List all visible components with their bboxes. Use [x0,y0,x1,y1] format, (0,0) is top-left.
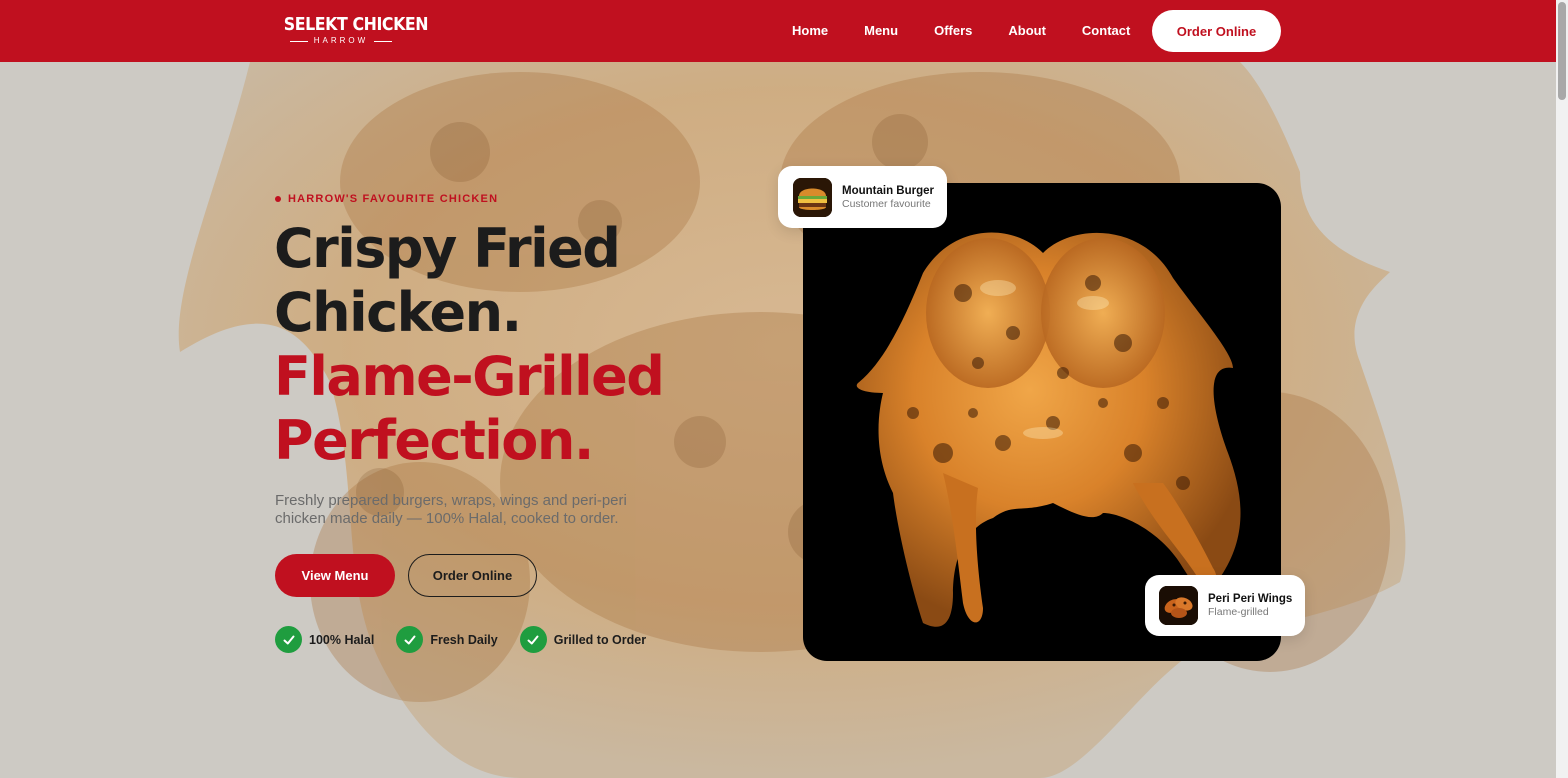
view-menu-button[interactable]: View Menu [275,554,395,597]
page-scrollbar[interactable] [1556,0,1568,778]
hero-badges: 100% Halal Fresh Daily Grilled to Order [275,626,668,653]
burger-card-title: Mountain Burger [842,184,934,197]
badge-label: 100% Halal [309,632,375,647]
badge-grilled: Grilled to Order [519,626,647,653]
logo-divider-right [374,40,393,42]
brand-location: HARROW [313,36,369,45]
hero-order-online-button[interactable]: Order Online [408,554,537,597]
hero-eyebrow: HARROW'S FAVOURITE CHICKEN [275,193,498,205]
scrollbar-thumb[interactable] [1558,2,1566,100]
peri-peri-wings-card[interactable]: Peri Peri Wings Flame-grilled [1145,575,1305,636]
wings-icon [1159,586,1198,625]
badge-halal: 100% Halal [275,626,374,653]
site-header: SELEKT CHICKEN HARROW Home Menu Offers A… [0,0,1556,62]
headline-line-4: Perfection. [274,409,594,472]
headline-line-3: Flame-Grilled [274,345,665,408]
check-icon [519,626,547,653]
eyebrow-text: HARROW'S FAVOURITE CHICKEN [288,193,499,205]
brand-location-row: HARROW [276,36,406,46]
nav-offers[interactable]: Offers [934,22,972,40]
eyebrow-dot-icon [275,196,281,202]
burger-thumbnail [793,177,832,217]
nav-home[interactable]: Home [792,22,828,40]
nav-contact[interactable]: Contact [1082,22,1130,40]
check-icon [275,626,302,653]
badge-label: Grilled to Order [553,632,647,647]
check-icon [396,626,424,653]
hero-subcopy: Freshly prepared burgers, wraps, wings a… [275,492,627,527]
hero-background [0,62,1556,778]
mountain-burger-card[interactable]: Mountain Burger Customer favourite [778,166,947,228]
headline-line-2: Chicken. [274,281,522,344]
main-nav: Home Menu Offers About Contact [792,22,1166,40]
wings-card-subtitle: Flame-grilled [1208,606,1269,618]
headline-line-1: Crispy Fried [274,217,621,280]
brand-name: SELEKT CHICKEN [283,14,429,35]
nav-about[interactable]: About [1008,22,1046,40]
burger-icon [793,177,832,217]
hero-headline: Crispy Fried Chicken. Flame-Grilled Perf… [274,217,665,473]
badge-label: Fresh Daily [430,632,498,647]
brand-logo[interactable]: SELEKT CHICKEN HARROW [276,14,429,46]
header-order-online-button[interactable]: Order Online [1152,10,1281,52]
wings-card-text: Peri Peri Wings Flame-grilled [1208,593,1292,618]
badge-fresh: Fresh Daily [396,626,498,653]
wings-card-title: Peri Peri Wings [1208,593,1293,605]
wings-thumbnail [1159,586,1198,625]
nav-menu[interactable]: Menu [864,22,898,40]
logo-divider-left [289,40,308,42]
background-chicken-image [0,62,1556,778]
burger-card-subtitle: Customer favourite [842,197,931,210]
burger-card-text: Mountain Burger Customer favourite [842,185,934,210]
